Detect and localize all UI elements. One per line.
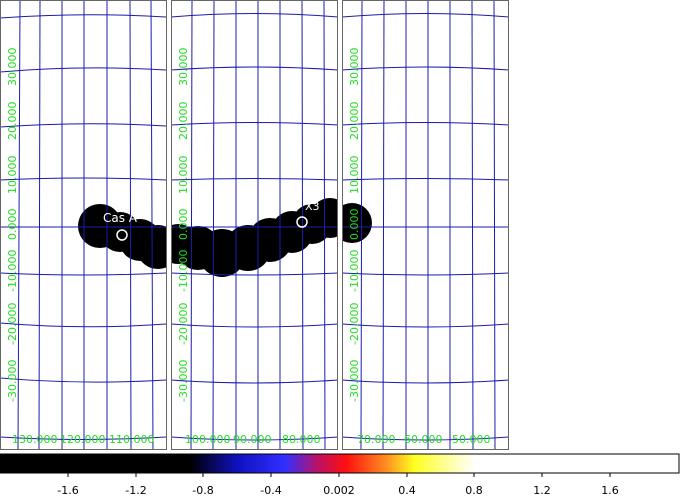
lon-label: 80.000 [282,433,321,446]
lat-label: -10.000 [177,250,190,292]
lon-labels-left: 130.000 120.000 110.000 [12,433,155,446]
colorbar-tick-label: -1.6 [57,484,78,497]
lon-label: 130.000 [12,433,58,446]
lat-label: 30.000 [177,48,190,87]
source-label: X3 [305,200,320,213]
lat-label: -20.000 [177,303,190,345]
lat-label: 20.000 [6,102,19,141]
colorbar-tick-label: -0.4 [260,484,281,497]
lat-label: 10.000 [6,156,19,195]
colorbar-tick-label: 0.4 [398,484,416,497]
lat-label: -10.000 [348,250,361,292]
lon-label: 70.000 [357,433,396,446]
lon-labels-middle: 100.000 90.000 80.000 [185,433,321,446]
lat-label: 30.000 [6,48,19,87]
colorbar-tick-label: 1.2 [533,484,551,497]
colorbar-tick-label: 0.002 [323,484,355,497]
lat-label: -30.000 [177,360,190,402]
lon-label: 50.000 [452,433,491,446]
lat-label: 0.000 [177,209,190,241]
lon-label: 110.000 [109,433,155,446]
lat-label: -20.000 [348,303,361,345]
colorbar: -1.6 -1.2 -0.8 -0.4 0.002 0.4 0.8 1.2 1.… [0,453,680,497]
lat-label: 20.000 [348,102,361,141]
colorbar-tick-label: 1.6 [601,484,619,497]
colorbar-labels: -1.6 -1.2 -0.8 -0.4 0.002 0.4 0.8 1.2 1.… [57,484,618,497]
lat-label: -30.000 [348,360,361,402]
lon-label: 90.000 [233,433,272,446]
panel-middle: X3 30.000 20.000 10.000 0.000 -10.000 -2… [171,0,338,450]
panel-right: 30.000 20.000 10.000 0.000 -10.000 -20.0… [342,0,509,450]
lat-label: -30.000 [6,360,19,402]
colorbar-tick-label: -0.8 [192,484,213,497]
lat-label: -20.000 [6,303,19,345]
lat-label: 10.000 [348,156,361,195]
lat-label: 0.000 [6,209,19,241]
lon-label: 60.000 [404,433,443,446]
colorbar-ticks [67,473,611,477]
lon-label: 100.000 [185,433,231,446]
colorbar-gradient [0,453,680,474]
lat-label: 20.000 [177,102,190,141]
lon-label: 120.000 [60,433,106,446]
lat-label: 0.000 [348,209,361,241]
colorbar-tick-label: 0.8 [465,484,483,497]
lat-label: 10.000 [177,156,190,195]
sky-map: Cas A 30.000 20.000 10.000 0.000 -10.000… [0,0,509,450]
panel-left: Cas A 30.000 20.000 10.000 0.000 -10.000… [0,0,166,450]
lon-labels-right: 70.000 60.000 50.000 [357,433,491,446]
lat-label: 30.000 [348,48,361,87]
colorbar-tick-label: -1.2 [125,484,146,497]
lat-label: -10.000 [6,250,19,292]
source-label: Cas A [103,211,138,225]
